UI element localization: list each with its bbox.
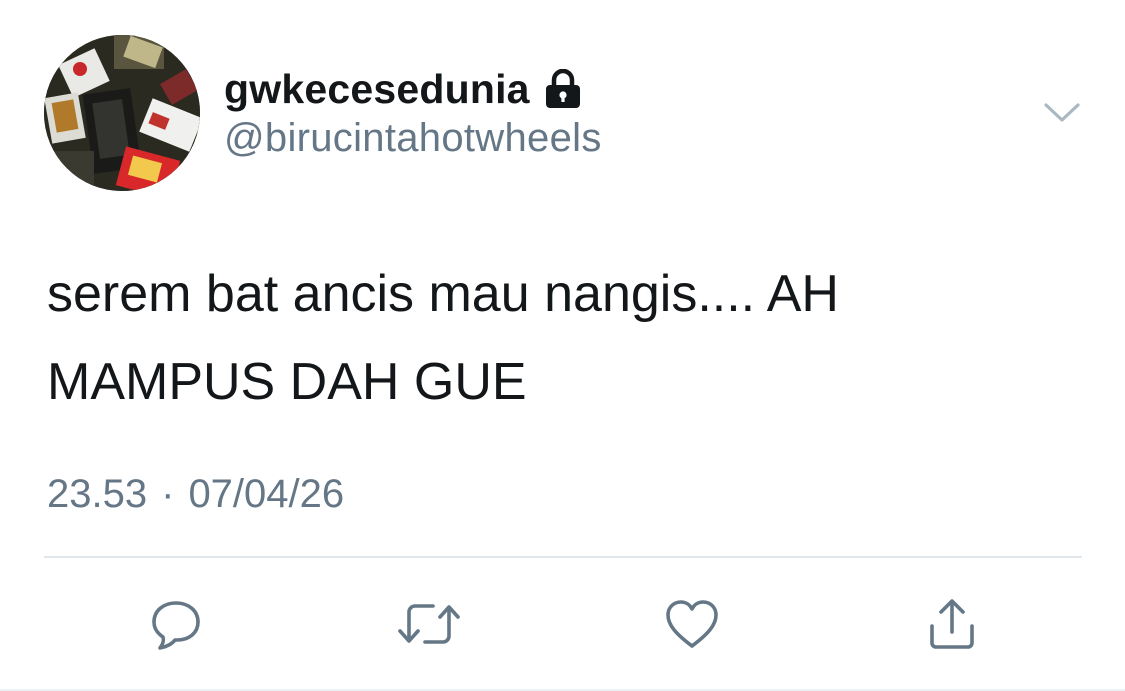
lock-icon: [544, 68, 582, 109]
display-name-row: gwkecesedunia: [224, 64, 582, 114]
avatar-image: [44, 35, 200, 191]
reply-icon: [152, 601, 200, 650]
share-icon: [930, 599, 974, 649]
user-handle[interactable]: @birucintahotwheels: [224, 116, 602, 161]
retweet-icon: [398, 604, 460, 644]
tweet-meta: 23.53 · 07/04/26: [47, 472, 344, 517]
like-button[interactable]: [656, 588, 728, 660]
tweet-text: serem bat ancis mau nangis.... AH MAMPUS…: [47, 265, 839, 411]
share-button[interactable]: [916, 588, 988, 660]
divider: [44, 556, 1082, 558]
retweet-button[interactable]: [393, 588, 465, 660]
action-bar: [0, 588, 1125, 660]
meta-separator: ·: [161, 472, 175, 516]
tweet-time: 23.53: [47, 472, 148, 516]
heart-icon: [666, 600, 718, 648]
tweet-date: 07/04/26: [188, 472, 345, 516]
display-name[interactable]: gwkecesedunia: [224, 66, 530, 113]
reply-button[interactable]: [140, 588, 212, 660]
tweet-card: gwkecesedunia @birucintahotwheels serem …: [0, 0, 1125, 691]
avatar[interactable]: [44, 35, 200, 191]
chevron-down-icon[interactable]: [1040, 98, 1084, 128]
